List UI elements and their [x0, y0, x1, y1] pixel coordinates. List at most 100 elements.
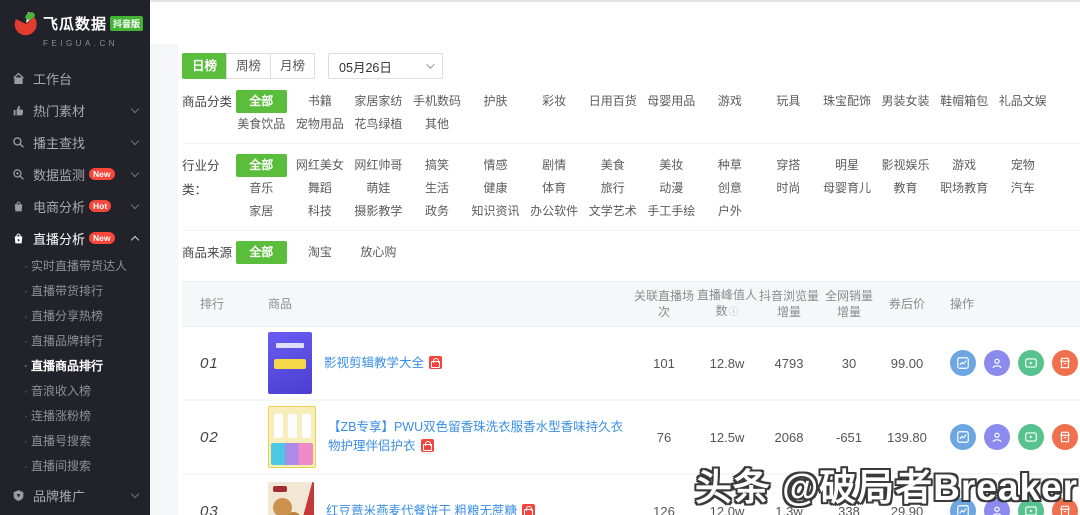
filter-option[interactable]: 音乐: [232, 177, 291, 200]
filter-option[interactable]: 家居: [232, 200, 291, 223]
sidebar-item-live-analysis[interactable]: 直播分析 New: [0, 222, 150, 254]
product-thumbnail[interactable]: [268, 406, 316, 468]
filter-option[interactable]: 种草: [701, 154, 760, 177]
filter-option[interactable]: 男装女装: [876, 90, 935, 113]
submenu-item[interactable]: 连播涨粉榜: [0, 404, 150, 429]
filter-option[interactable]: 淘宝: [291, 241, 350, 264]
filter-option[interactable]: 其他: [408, 113, 467, 136]
video-play-button[interactable]: [1018, 350, 1044, 376]
filter-option-label: 游戏: [952, 158, 977, 172]
filter-option[interactable]: 玩具: [759, 90, 818, 113]
info-icon[interactable]: ⓘ: [729, 307, 739, 318]
submenu-item[interactable]: 直播带货排行: [0, 279, 150, 304]
filter-option[interactable]: 职场教育: [935, 177, 994, 200]
filter-option[interactable]: 母婴育儿: [818, 177, 877, 200]
product-thumbnail[interactable]: [268, 482, 314, 515]
submenu-item[interactable]: 直播分享热榜: [0, 304, 150, 329]
filter-option[interactable]: 汽车: [993, 177, 1052, 200]
sidebar-item-brand-promo[interactable]: 品牌推广: [0, 479, 150, 511]
sidebar-item-workbench[interactable]: 工作台: [0, 62, 150, 94]
filter-option[interactable]: 舞蹈: [291, 177, 350, 200]
filter-option[interactable]: 健康: [466, 177, 525, 200]
filter-option[interactable]: 手机数码: [408, 90, 467, 113]
filter-option-label: 彩妆: [542, 94, 567, 108]
filter-option[interactable]: 动漫: [642, 177, 701, 200]
filter-option[interactable]: 手工手绘: [642, 200, 701, 223]
trend-chart-button[interactable]: [950, 424, 976, 450]
submenu-item[interactable]: 实时直播带货达人: [0, 254, 150, 279]
sidebar-item-ecommerce-analysis[interactable]: 电商分析 Hot: [0, 190, 150, 222]
shop-button[interactable]: [1052, 424, 1078, 450]
filter-option-label: 政务: [424, 204, 449, 218]
sidebar-item-hot-material[interactable]: 热门素材: [0, 94, 150, 126]
submenu-item[interactable]: 直播品牌排行: [0, 329, 150, 354]
filter-option[interactable]: 放心购: [349, 241, 408, 264]
filter-option[interactable]: 网红帅哥: [349, 154, 408, 177]
submenu-item[interactable]: 音浪收入榜: [0, 379, 150, 404]
filter-option[interactable]: 珠宝配饰: [818, 90, 877, 113]
filter-option[interactable]: 政务: [408, 200, 467, 223]
filter-option[interactable]: 生活: [408, 177, 467, 200]
tab-weekly[interactable]: 周榜: [226, 53, 272, 79]
filter-option[interactable]: 明星: [818, 154, 877, 177]
filter-option[interactable]: 鞋帽箱包: [935, 90, 994, 113]
filter-option[interactable]: 影视娱乐: [876, 154, 935, 177]
sidebar-item-finder[interactable]: 播主查找: [0, 126, 150, 158]
filter-option[interactable]: 彩妆: [525, 90, 584, 113]
filter-option[interactable]: 书籍: [291, 90, 350, 113]
filter-items: 全部 网红美女 网红帅哥 搞笑 情感 剧情 美食 美妆 种草 穿搭 明星 影视娱…: [232, 154, 1052, 223]
filter-option[interactable]: 家居家纺: [349, 90, 408, 113]
filter-option[interactable]: 搞笑: [408, 154, 467, 177]
filter-option-label: 穿搭: [776, 158, 801, 172]
shop-button[interactable]: [1052, 350, 1078, 376]
filter-option[interactable]: 花鸟绿植: [349, 113, 408, 136]
filter-option[interactable]: 游戏: [935, 154, 994, 177]
submenu-item[interactable]: 直播号搜索: [0, 429, 150, 454]
product-thumbnail[interactable]: [268, 332, 312, 394]
filter-option[interactable]: 剧情: [525, 154, 584, 177]
filter-option[interactable]: 情感: [466, 154, 525, 177]
filter-option-label: 舞蹈: [307, 181, 332, 195]
submenu-item[interactable]: 直播商品排行: [0, 354, 150, 379]
filter-option[interactable]: 日用百货: [583, 90, 642, 113]
submenu-item[interactable]: 直播间搜索: [0, 454, 150, 479]
filter-option[interactable]: 创意: [701, 177, 760, 200]
filter-option[interactable]: 摄影教学: [349, 200, 408, 223]
filter-option[interactable]: 科技: [291, 200, 350, 223]
filter-option[interactable]: 护肤: [466, 90, 525, 113]
filter-option[interactable]: 网红美女: [291, 154, 350, 177]
filter-option[interactable]: 穿搭: [759, 154, 818, 177]
filter-option[interactable]: 文学艺术: [583, 200, 642, 223]
filter-option[interactable]: 知识资讯: [466, 200, 525, 223]
filter-option[interactable]: 全部: [236, 241, 287, 264]
filter-option[interactable]: 萌娃: [349, 177, 408, 200]
filter-option[interactable]: 美妆: [642, 154, 701, 177]
sidebar-item-data-monitor[interactable]: 数据监测 New: [0, 158, 150, 190]
product-title-link[interactable]: 红豆薏米燕麦代餐饼干 粗粮无蔗糖: [326, 502, 535, 515]
filter-option[interactable]: 教育: [876, 177, 935, 200]
product-title-link[interactable]: 影视剪辑教学大全: [324, 354, 443, 373]
filter-option[interactable]: 户外: [701, 200, 760, 223]
filter-option-label: 生活: [424, 181, 449, 195]
person-button[interactable]: [984, 424, 1010, 450]
filter-option[interactable]: 美食饮品: [232, 113, 291, 136]
filter-option[interactable]: 母婴用品: [642, 90, 701, 113]
filter-option[interactable]: 全部: [236, 90, 287, 113]
filter-option[interactable]: 宠物用品: [291, 113, 350, 136]
filter-option[interactable]: 时尚: [759, 177, 818, 200]
filter-option[interactable]: 办公软件: [525, 200, 584, 223]
tab-monthly[interactable]: 月榜: [270, 53, 316, 79]
filter-option[interactable]: 全部: [236, 154, 287, 177]
product-title-link[interactable]: 【ZB专享】PWU双色留香珠洗衣服香水型香味持久衣物护理伴侣护衣: [328, 418, 632, 456]
filter-option[interactable]: 礼品文娱: [993, 90, 1052, 113]
filter-option[interactable]: 体育: [525, 177, 584, 200]
filter-option[interactable]: 旅行: [583, 177, 642, 200]
trend-chart-button[interactable]: [950, 350, 976, 376]
filter-option[interactable]: 游戏: [701, 90, 760, 113]
date-select[interactable]: 05月26日: [328, 53, 444, 79]
filter-option[interactable]: 美食: [583, 154, 642, 177]
filter-option[interactable]: 宠物: [993, 154, 1052, 177]
tab-daily[interactable]: 日榜: [182, 53, 228, 79]
person-button[interactable]: [984, 350, 1010, 376]
video-play-button[interactable]: [1018, 424, 1044, 450]
